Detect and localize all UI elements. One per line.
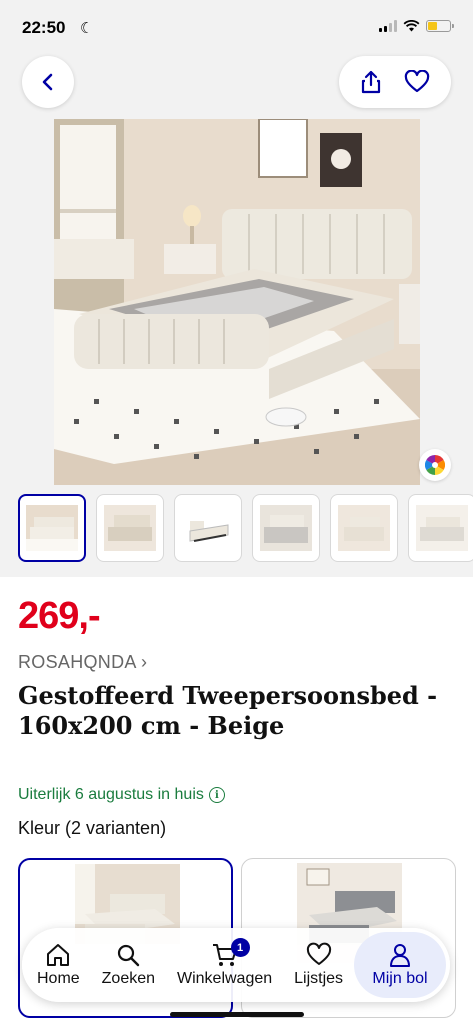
heart-icon — [306, 942, 331, 965]
nav-account-label: Mijn bol — [372, 970, 428, 987]
nav-home-label: Home — [36, 970, 80, 987]
delivery-text: Uiterlijk 6 augustus in huis — [18, 786, 204, 803]
moon-icon: ☾ — [80, 20, 94, 37]
product-price: 269,- — [18, 595, 101, 637]
thumbnail-2[interactable] — [96, 494, 164, 562]
signal-icon — [379, 20, 397, 32]
nav-lists[interactable]: Lijstjes — [283, 932, 354, 998]
battery-icon — [426, 20, 454, 32]
heart-icon[interactable] — [404, 70, 430, 94]
share-icon[interactable] — [360, 70, 382, 94]
user-icon — [390, 944, 410, 967]
nav-search[interactable]: Zoeken — [91, 932, 166, 998]
home-indicator — [170, 1012, 304, 1017]
thumbnail-1[interactable] — [18, 494, 86, 562]
bottom-navigation: Home Zoeken 1 Winkelwagen Lijstjes Mijn … — [22, 928, 450, 1002]
thumbnail-strip[interactable] — [0, 493, 473, 577]
nav-lists-label: Lijstjes — [294, 970, 344, 987]
product-image-gallery[interactable] — [0, 56, 473, 493]
color-picker-button[interactable] — [419, 449, 451, 481]
status-indicators — [379, 20, 454, 32]
back-button[interactable] — [22, 56, 74, 108]
brand-link[interactable]: ROSAHQNDA › — [18, 652, 147, 673]
thumbnail-5[interactable] — [330, 494, 398, 562]
nav-home[interactable]: Home — [26, 932, 91, 998]
chevron-left-icon — [42, 73, 53, 91]
nav-cart[interactable]: 1 Winkelwagen — [166, 932, 283, 998]
info-icon[interactable]: i — [208, 787, 225, 803]
delivery-info: Uiterlijk 6 augustus in huis i — [18, 786, 225, 804]
nav-search-label: Zoeken — [101, 970, 156, 987]
product-main-image[interactable] — [54, 119, 420, 485]
thumbnail-6[interactable] — [408, 494, 473, 562]
status-time: 22:50 — [22, 18, 66, 37]
variants-label: Kleur (2 varianten) — [18, 818, 167, 838]
search-icon — [118, 944, 140, 967]
home-icon — [47, 944, 70, 966]
product-title: Gestoffeerd Tweepersoonsbed - 160x200 cm… — [18, 681, 438, 740]
thumbnail-4[interactable] — [252, 494, 320, 562]
thumbnail-3[interactable] — [174, 494, 242, 562]
color-wheel-icon — [425, 455, 445, 475]
status-bar: 22:50 ☾ — [0, 0, 473, 56]
nav-account[interactable]: Mijn bol — [354, 932, 446, 998]
wifi-icon — [403, 20, 420, 32]
header-actions — [339, 56, 451, 108]
nav-cart-label: Winkelwagen — [176, 970, 273, 987]
cart-badge: 1 — [230, 938, 250, 957]
